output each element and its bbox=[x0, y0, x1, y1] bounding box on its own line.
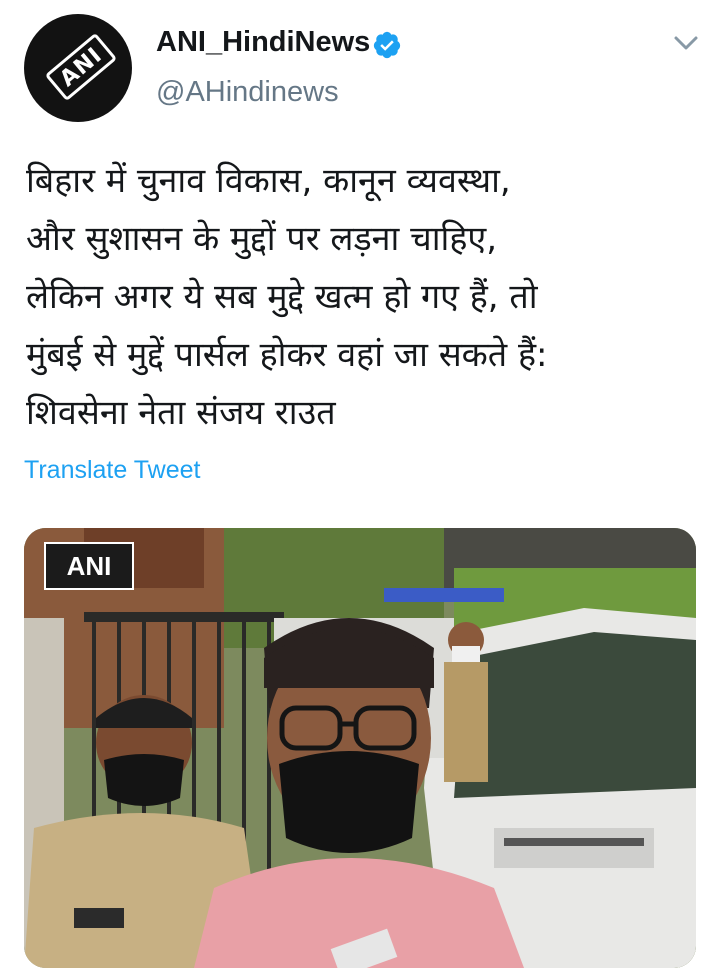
translate-tweet-link[interactable]: Translate Tweet bbox=[24, 456, 200, 485]
chevron-down-icon[interactable] bbox=[672, 32, 700, 54]
avatar-logo-text: ANI bbox=[55, 42, 107, 92]
tweet-line: बिहार में चुनाव विकास, कानून व्यवस्था, bbox=[26, 161, 511, 201]
media-scene bbox=[24, 528, 696, 968]
media-watermark: ANI bbox=[44, 542, 134, 590]
tweet-media-image[interactable]: ANI bbox=[24, 528, 696, 968]
avatar[interactable]: ANI bbox=[24, 14, 132, 122]
tweet-text: बिहार में चुनाव विकास, कानून व्यवस्था, औ… bbox=[26, 152, 706, 442]
display-name[interactable]: ANI_HindiNews bbox=[156, 26, 370, 59]
tweet-line: शिवसेना नेता संजय राउत bbox=[26, 393, 336, 433]
tweet-line: मुंबई से मुद्दें पार्सल होकर वहां जा सकत… bbox=[26, 335, 548, 375]
verified-badge-icon bbox=[373, 31, 401, 59]
user-handle[interactable]: @AHindinews bbox=[156, 76, 339, 109]
tweet-line: लेकिन अगर ये सब मुद्दे खत्म हो गए हैं, त… bbox=[26, 277, 538, 317]
tweet-line: और सुशासन के मुद्दों पर लड़ना चाहिए, bbox=[26, 219, 498, 259]
ani-logo: ANI bbox=[44, 32, 118, 102]
